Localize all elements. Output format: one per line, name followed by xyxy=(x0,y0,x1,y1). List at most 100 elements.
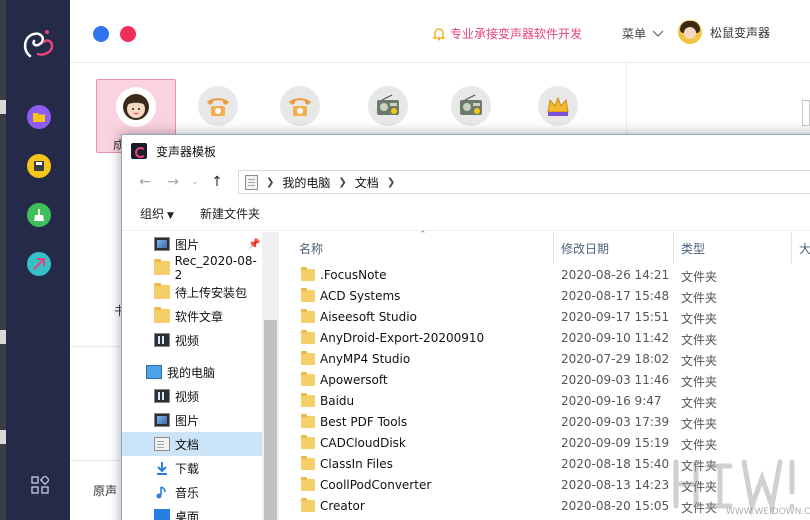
share-button[interactable] xyxy=(27,252,51,276)
file-date: 2020-08-20 15:05 xyxy=(561,499,670,513)
breadcrumb-item[interactable]: 我的电脑 xyxy=(282,174,330,191)
divider xyxy=(70,62,810,63)
nav-item-videos[interactable]: 视频 xyxy=(122,384,262,408)
divider xyxy=(70,460,120,461)
app-sidebar xyxy=(6,0,70,520)
original-voice-label[interactable]: 原声 xyxy=(93,482,117,499)
telephone-icon xyxy=(280,86,320,126)
broom-icon xyxy=(34,209,44,221)
column-divider[interactable] xyxy=(673,232,674,264)
table-row[interactable]: AnyDroid-Export-20200910 2020-09-10 11:42… xyxy=(279,328,810,349)
column-header-date[interactable]: 修改日期 xyxy=(561,232,609,264)
telephone-icon xyxy=(198,86,238,126)
file-type: 文件夹 xyxy=(681,312,718,326)
user-profile[interactable]: 松鼠变声器 xyxy=(678,20,770,44)
organize-button[interactable]: 组织 ▼ xyxy=(140,205,174,222)
document-icon xyxy=(245,174,258,190)
table-row[interactable]: Best PDF Tools 2020-09-03 17:39 文件夹 xyxy=(279,412,810,433)
document-icon xyxy=(154,437,170,451)
window-close-button[interactable] xyxy=(120,26,136,42)
nav-item-videos-quick[interactable]: 视频 xyxy=(122,328,262,352)
save-button[interactable] xyxy=(27,154,51,178)
folder-icon xyxy=(154,307,170,323)
column-divider[interactable] xyxy=(791,232,792,264)
folder-icon xyxy=(301,414,315,428)
folder-icon xyxy=(33,113,45,122)
up-arrow-icon[interactable]: ↑ xyxy=(206,171,228,193)
file-type: 文件夹 xyxy=(681,417,718,431)
scrollbar-thumb[interactable] xyxy=(264,320,277,520)
nav-item-label: 图片 xyxy=(175,237,200,252)
recent-dropdown-icon[interactable]: ⌄ xyxy=(190,171,200,193)
file-name: ACD Systems xyxy=(320,289,401,303)
file-name: Creator xyxy=(320,499,365,513)
folder-icon xyxy=(301,477,315,491)
file-name: ClassIn Files xyxy=(320,457,393,471)
file-type: 文件夹 xyxy=(681,291,718,305)
nav-item-desktop[interactable]: 桌面 xyxy=(122,504,262,520)
breadcrumb-item[interactable]: 文档 xyxy=(355,174,379,191)
radio-icon xyxy=(368,86,408,126)
table-row[interactable]: Baidu 2020-09-16 9:47 文件夹 xyxy=(279,391,810,412)
nav-item-label: 我的电脑 xyxy=(167,365,216,380)
file-name: CoollPodConverter xyxy=(320,478,432,492)
music-icon xyxy=(156,486,166,499)
back-arrow-icon[interactable]: ← xyxy=(134,171,156,193)
organize-label: 组织 xyxy=(140,207,165,221)
navigation-pane: 图片 📌 Rec_2020-08-2 待上传安装包 软件文章 视频 我的电脑 视… xyxy=(122,232,262,520)
app-icon xyxy=(131,143,147,159)
nav-item-articles[interactable]: 软件文章 xyxy=(122,304,262,328)
pin-icon[interactable]: 📌 xyxy=(248,239,260,250)
folder-icon xyxy=(301,393,315,407)
nav-scrollbar[interactable] xyxy=(262,232,279,520)
column-header-name[interactable]: 名称 xyxy=(299,232,323,264)
nav-item-pictures[interactable]: 图片 xyxy=(122,408,262,432)
file-date: 2020-07-29 18:02 xyxy=(561,352,670,366)
file-date: 2020-08-17 15:48 xyxy=(561,289,670,303)
nav-item-pictures-quick[interactable]: 图片 📌 xyxy=(122,232,262,256)
grid-icon[interactable] xyxy=(31,476,49,494)
window-min-button[interactable] xyxy=(93,26,109,42)
file-name: AnyMP4 Studio xyxy=(320,352,411,366)
column-divider[interactable] xyxy=(553,232,554,264)
folder-button[interactable] xyxy=(27,105,51,129)
table-row[interactable]: ACD Systems 2020-08-17 15:48 文件夹 xyxy=(279,286,810,307)
promo-link[interactable]: 专业承接变声器软件开发 xyxy=(432,25,582,42)
user-name: 松鼠变声器 xyxy=(710,25,771,40)
table-row[interactable]: .FocusNote 2020-08-26 14:21 文件夹 xyxy=(279,265,810,286)
dialog-title: 变声器模板 xyxy=(156,144,217,159)
girl-face-icon xyxy=(116,87,156,127)
table-row[interactable]: Aiseesoft Studio 2020-09-17 15:51 文件夹 xyxy=(279,307,810,328)
column-header-type[interactable]: 类型 xyxy=(681,232,705,264)
nav-item-music[interactable]: 音乐 xyxy=(122,480,262,504)
file-name: .FocusNote xyxy=(320,268,387,282)
file-date: 2020-08-26 14:21 xyxy=(561,268,670,282)
column-header-size[interactable]: 大 xyxy=(799,232,810,264)
dialog-titlebar[interactable]: 变声器模板 xyxy=(122,135,810,167)
nav-item-rec[interactable]: Rec_2020-08-2 xyxy=(122,254,262,282)
file-name: Apowersoft xyxy=(320,373,388,387)
menu-label: 菜单 xyxy=(622,27,647,41)
folder-icon xyxy=(301,372,315,386)
address-bar[interactable]: ❯ 我的电脑 ❯ 文档 ❯ xyxy=(238,170,810,194)
table-row[interactable]: AnyMP4 Studio 2020-07-29 18:02 文件夹 xyxy=(279,349,810,370)
chevron-down-icon xyxy=(652,30,664,37)
folder-icon xyxy=(301,456,315,470)
nav-item-documents[interactable]: 文档 xyxy=(122,432,262,456)
video-icon xyxy=(154,333,170,347)
menu-button[interactable]: 菜单 xyxy=(622,25,664,42)
file-date: 2020-09-17 15:51 xyxy=(561,310,670,324)
dialog-toolbar: 组织 ▼ 新建文件夹 xyxy=(122,197,810,231)
nav-item-downloads[interactable]: 下载 xyxy=(122,456,262,480)
file-name: CADCloudDisk xyxy=(320,436,406,450)
breadcrumb-separator-icon: ❯ xyxy=(266,176,275,188)
clean-button[interactable] xyxy=(27,203,51,227)
nav-item-upload[interactable]: 待上传安装包 xyxy=(122,280,262,304)
folder-icon xyxy=(301,288,315,302)
forward-arrow-icon[interactable]: → xyxy=(162,171,184,193)
file-date: 2020-09-03 17:39 xyxy=(561,415,670,429)
nav-item-label: 音乐 xyxy=(175,485,200,500)
nav-item-this-pc[interactable]: 我的电脑 xyxy=(122,360,262,384)
new-folder-button[interactable]: 新建文件夹 xyxy=(200,205,260,222)
table-row[interactable]: Apowersoft 2020-09-03 11:46 文件夹 xyxy=(279,370,810,391)
